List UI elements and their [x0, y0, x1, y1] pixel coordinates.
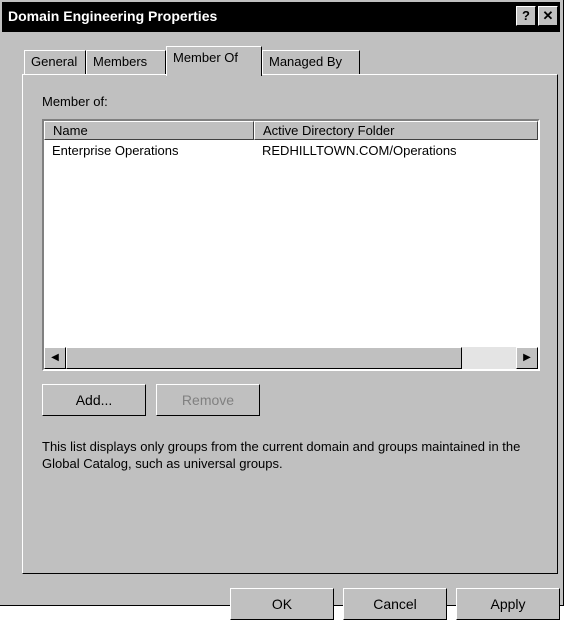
- list-header: Name Active Directory Folder: [44, 121, 538, 140]
- cancel-button[interactable]: Cancel: [343, 588, 447, 620]
- apply-button[interactable]: Apply: [456, 588, 560, 620]
- scroll-right-icon[interactable]: ▶: [516, 347, 538, 369]
- horizontal-scrollbar[interactable]: ◀ ▶: [44, 347, 538, 369]
- tab-member-of[interactable]: Member Of: [166, 46, 262, 76]
- row-name: Enterprise Operations: [52, 143, 179, 158]
- info-text: This list displays only groups from the …: [42, 439, 521, 471]
- column-header-folder[interactable]: Active Directory Folder: [254, 121, 538, 140]
- row-folder: REDHILLTOWN.COM/Operations: [262, 143, 457, 158]
- ok-button[interactable]: OK: [230, 588, 334, 620]
- list-row[interactable]: Enterprise Operations REDHILLTOWN.COM/Op…: [44, 143, 538, 161]
- column-header-name[interactable]: Name: [44, 121, 254, 140]
- member-of-list[interactable]: Name Active Directory Folder Enterprise …: [42, 119, 540, 371]
- close-button[interactable]: ✕: [538, 6, 558, 26]
- scroll-thumb[interactable]: [66, 347, 462, 369]
- remove-button[interactable]: Remove: [156, 384, 260, 416]
- window-title: Domain Engineering Properties: [8, 8, 218, 24]
- help-button[interactable]: ?: [516, 6, 536, 26]
- scroll-left-icon[interactable]: ◀: [44, 347, 66, 369]
- title-bar[interactable]: Domain Engineering Properties ? ✕: [2, 2, 560, 32]
- tab-members[interactable]: Members: [86, 50, 166, 74]
- tab-general[interactable]: General: [24, 50, 86, 74]
- add-button[interactable]: Add...: [42, 384, 146, 416]
- member-of-label: Member of:: [42, 94, 108, 109]
- properties-dialog: Domain Engineering Properties ? ✕ Genera…: [0, 0, 564, 620]
- tab-managed-by[interactable]: Managed By: [262, 50, 360, 74]
